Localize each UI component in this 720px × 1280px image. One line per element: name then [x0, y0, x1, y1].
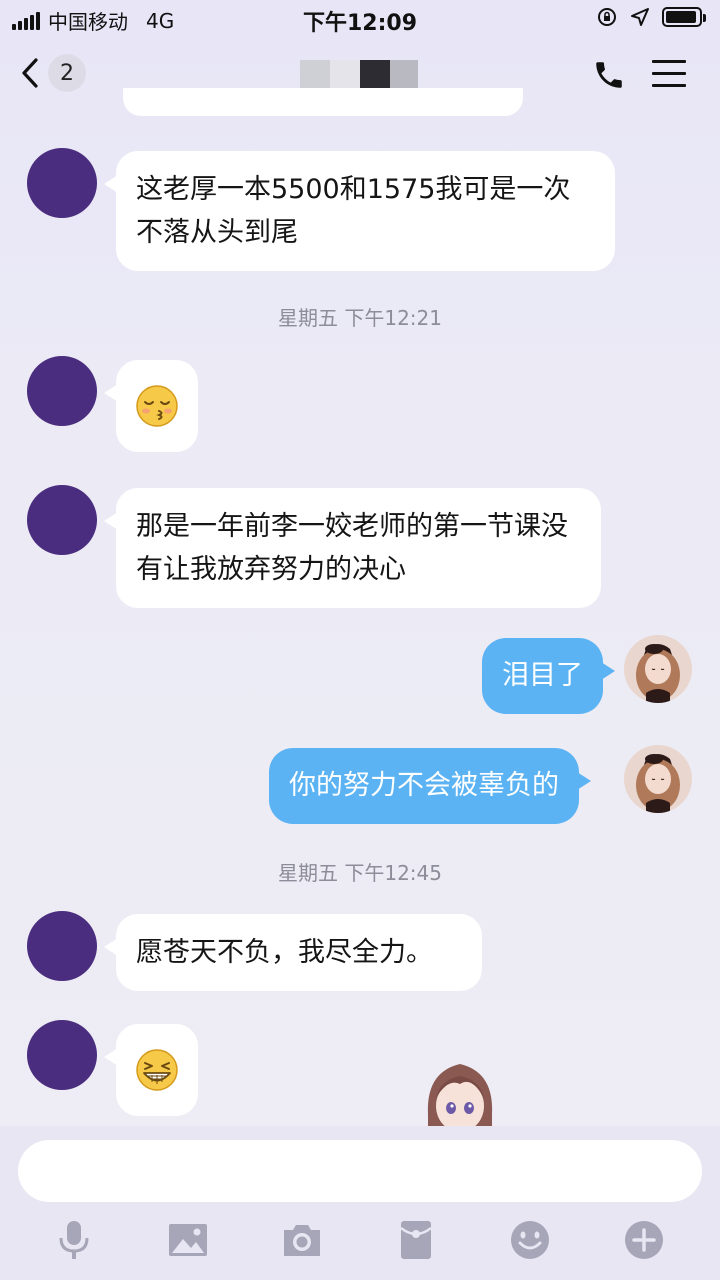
redacted-block-3 — [360, 60, 390, 88]
menu-line — [652, 72, 686, 75]
chat-screen: 中国移动 4G 下午12:09 2 这老厚一本5500和1575我可是一次不落从… — [0, 0, 720, 1280]
contact-avatar[interactable] — [27, 148, 97, 218]
battery-icon — [662, 7, 706, 27]
emoji-button[interactable] — [508, 1218, 556, 1266]
red-packet-icon — [400, 1221, 432, 1259]
message-input[interactable] — [18, 1140, 702, 1202]
timestamp: 星期五 下午12:45 — [278, 861, 442, 885]
more-button[interactable] — [622, 1218, 670, 1266]
incoming-emoji-message[interactable] — [104, 360, 198, 452]
voice-button[interactable] — [52, 1218, 100, 1266]
menu-line — [652, 84, 686, 87]
user-avatar[interactable] — [624, 745, 692, 813]
back-button[interactable]: 2 — [20, 54, 86, 92]
chevron-left-icon — [22, 58, 38, 88]
incoming-emoji-message[interactable] — [104, 1024, 198, 1116]
menu-line — [652, 60, 686, 63]
message-text: 这老厚一本5500和1575我可是一次不落从头到尾 — [136, 174, 571, 248]
microphone-icon — [59, 1221, 89, 1259]
grin-face-icon — [136, 1049, 178, 1091]
outgoing-message[interactable]: 泪目了 — [482, 638, 615, 714]
location-icon — [631, 8, 649, 26]
message-text: 愿苍天不负，我尽全力。 — [136, 937, 433, 968]
mascot-sticker[interactable] — [418, 1054, 502, 1126]
timestamp: 星期五 下午12:21 — [278, 306, 442, 330]
camera-icon — [284, 1225, 320, 1256]
status-bar: 中国移动 4G 下午12:09 — [0, 0, 720, 36]
plus-icon — [625, 1221, 663, 1259]
mascot-girl-image — [427, 1064, 493, 1126]
emoji-icon — [511, 1221, 549, 1259]
message-text: 泪目了 — [502, 660, 583, 691]
message-text: 你的努力不会被辜负的 — [289, 770, 559, 801]
rotation-lock-icon — [598, 8, 616, 26]
camera-button[interactable] — [280, 1218, 328, 1266]
outgoing-message[interactable]: 你的努力不会被辜负的 — [269, 748, 591, 824]
contact-avatar[interactable] — [27, 1020, 97, 1090]
redacted-block-4 — [390, 60, 418, 88]
phone-icon — [596, 62, 622, 88]
call-button[interactable] — [592, 58, 626, 92]
red-packet-button[interactable] — [394, 1218, 442, 1266]
contact-name-redacted — [300, 60, 450, 88]
menu-button[interactable] — [652, 60, 686, 90]
contact-avatar[interactable] — [27, 356, 97, 426]
image-icon — [169, 1224, 207, 1256]
input-toolbar — [0, 1218, 720, 1266]
girl-avatar-image — [624, 635, 692, 703]
incoming-message[interactable]: 这老厚一本5500和1575我可是一次不落从头到尾 — [104, 151, 615, 271]
status-right — [596, 6, 706, 28]
contact-avatar[interactable] — [27, 911, 97, 981]
unread-count-badge: 2 — [48, 54, 86, 92]
contact-avatar[interactable] — [27, 485, 97, 555]
previous-message-bubble — [123, 88, 523, 116]
photo-button[interactable] — [166, 1218, 214, 1266]
unread-count: 2 — [60, 60, 74, 86]
redacted-block-1 — [300, 60, 330, 88]
input-area — [0, 1126, 720, 1280]
kiss-face-icon — [136, 385, 178, 427]
girl-avatar-image — [624, 745, 692, 813]
incoming-message[interactable]: 愿苍天不负，我尽全力。 — [104, 914, 482, 991]
message-text: 那是一年前李一姣老师的第一节课没有让我放弃努力的决心 — [136, 511, 568, 585]
user-avatar[interactable] — [624, 635, 692, 703]
incoming-message[interactable]: 那是一年前李一姣老师的第一节课没有让我放弃努力的决心 — [104, 488, 601, 608]
redacted-block-2 — [330, 60, 360, 88]
